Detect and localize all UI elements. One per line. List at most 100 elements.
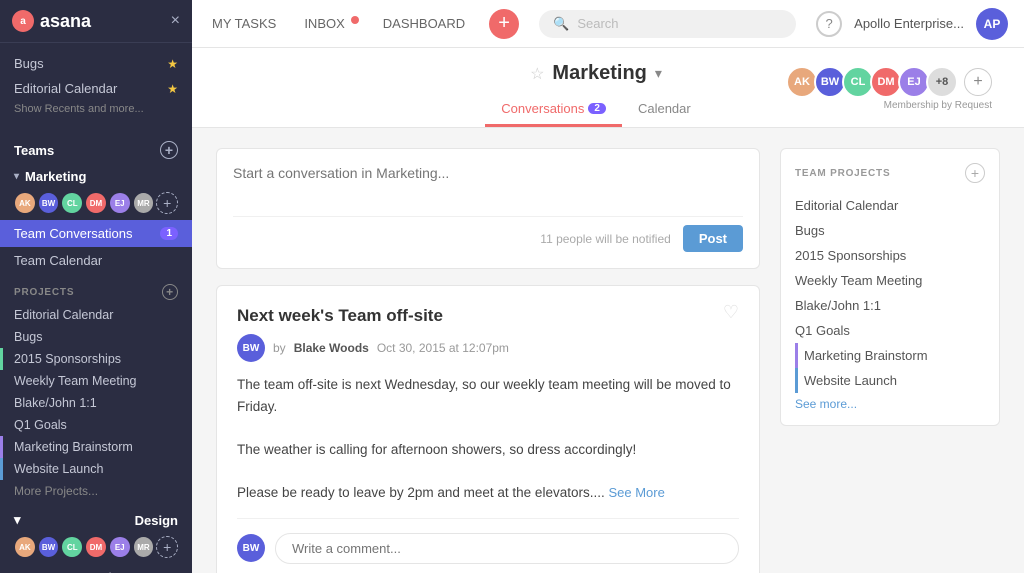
see-more-link-1[interactable]: See More [608,485,664,500]
heart-button-1[interactable]: ♡ [723,302,739,323]
project-marketing-brainstorm[interactable]: Marketing Brainstorm [0,436,192,458]
sidebar-top-items: Bugs ★ Editorial Calendar ★ Show Recents… [0,43,192,131]
page-title-dropdown-icon[interactable]: ▾ [655,65,662,82]
help-button[interactable]: ? [816,11,842,37]
tab-conversations[interactable]: Conversations 2 [485,93,622,127]
proj-wl-label: Website Launch [14,462,103,476]
add-project-rp-button[interactable]: + [965,163,985,183]
compose-input[interactable] [233,165,743,205]
membership-label: Membership by Request [884,100,992,111]
team-projects-title: TEAM PROJECTS [795,168,890,179]
search-bar[interactable]: 🔍 Search [539,10,796,38]
team-calendar-nav[interactable]: Team Calendar [0,247,192,274]
main-column: 11 people will be notified Post ♡ Next w… [216,148,760,573]
project-q1-goals[interactable]: Q1 Goals [0,414,192,436]
team-projects-box: TEAM PROJECTS + Editorial Calendar Bugs … [780,148,1000,426]
main-content: MY TASKS INBOX DASHBOARD + 🔍 Search ? Ap… [192,0,1024,573]
avatar-5: EJ [109,192,131,214]
avatar-3: CL [61,192,83,214]
my-tasks-link[interactable]: MY TASKS [208,0,280,48]
create-task-button[interactable]: + [489,9,519,39]
by-label-1: by [273,341,286,355]
project-blake-john[interactable]: Blake/John 1:1 [0,392,192,414]
proj-q1-label: Q1 Goals [14,418,67,432]
author-avatar-1: BW [237,334,265,362]
rp-project-marketing-brainstorm[interactable]: Marketing Brainstorm [795,343,985,368]
project-editorial-calendar[interactable]: Editorial Calendar [0,304,192,326]
commenter-avatar-1: BW [237,534,265,562]
proj-bugs-label: Bugs [14,330,43,344]
add-project-button[interactable]: + [162,284,178,300]
notify-text: 11 people will be notified [540,232,671,246]
inbox-wrap: INBOX [300,0,358,48]
rp-project-blake-john[interactable]: Blake/John 1:1 [795,293,985,318]
right-panel: TEAM PROJECTS + Editorial Calendar Bugs … [780,148,1000,573]
asana-logo-icon: a [12,10,34,32]
add-design-member-button[interactable]: + [156,536,178,558]
post-button[interactable]: Post [683,225,743,252]
design-label: Design [135,513,178,528]
conv-body-line-1-3: Please be ready to leave by 2pm and meet… [237,485,605,500]
project-2015-sponsorships[interactable]: 2015 Sponsorships [0,348,192,370]
org-name[interactable]: Apollo Enterprise... [854,16,964,31]
add-team-button[interactable]: + [160,141,178,159]
sidebar-item-bugs[interactable]: Bugs ★ [0,51,192,76]
design-team-conversations-nav[interactable]: Team Conversations [0,564,192,573]
team-conversations-nav[interactable]: Team Conversations 1 [0,220,192,247]
proj-sponsors-label: 2015 Sponsorships [14,352,121,366]
marketing-label: Marketing [25,169,86,184]
close-sidebar-button[interactable]: × [171,12,180,30]
rp-project-weekly-meeting[interactable]: Weekly Team Meeting [795,268,985,293]
show-recents-link[interactable]: Show Recents and more... [0,101,192,123]
conv-date-1: Oct 30, 2015 at 12:07pm [377,341,509,355]
design-chevron-icon: ▾ [14,512,21,528]
asana-logo-text: asana [40,11,91,32]
design-avatar-5: EJ [109,536,131,558]
page-members: AK BW CL DM EJ +8 + [786,66,992,98]
tab-calendar[interactable]: Calendar [622,93,707,127]
comment-row-1: BW [237,518,739,564]
rp-project-sponsorships[interactable]: 2015 Sponsorships [795,243,985,268]
dashboard-link[interactable]: DASHBOARD [379,0,469,48]
bugs-star-icon[interactable]: ★ [167,57,178,71]
right-panel-header: TEAM PROJECTS + [795,163,985,183]
proj-ec-label: Editorial Calendar [14,308,113,322]
team-conversations-badge: 1 [160,227,178,240]
page-header: ☆ Marketing ▾ Conversations 2 Calendar [192,48,1024,128]
conv-body-line-1-1: The team off-site is next Wednesday, so … [237,377,731,414]
inbox-notification-dot [351,16,359,24]
sidebar-item-editorial-calendar[interactable]: Editorial Calendar ★ [0,76,192,101]
compose-box: 11 people will be notified Post [216,148,760,269]
team-calendar-label: Team Calendar [14,253,102,268]
comment-input-1[interactable] [275,533,739,564]
project-bugs[interactable]: Bugs [0,326,192,348]
add-member-button-page[interactable]: + [964,68,992,96]
conv-title-1: Next week's Team off-site [237,306,739,326]
inbox-link[interactable]: INBOX [300,0,348,48]
rp-project-bugs[interactable]: Bugs [795,218,985,243]
design-avatar-6: MR [133,536,155,558]
top-navigation: MY TASKS INBOX DASHBOARD + 🔍 Search ? Ap… [192,0,1024,48]
add-member-button[interactable]: + [156,192,178,214]
conversation-card-1: ♡ Next week's Team off-site BW by Blake … [216,285,760,573]
sidebar-header: a asana × [0,0,192,43]
project-website-launch[interactable]: Website Launch [0,458,192,480]
rp-project-q1-goals[interactable]: Q1 Goals [795,318,985,343]
rp-project-website-launch[interactable]: Website Launch [795,368,985,393]
design-members-row: AK BW CL DM EJ MR + [0,532,192,564]
author-name-1: Blake Woods [294,341,369,355]
marketing-chevron-icon: ▾ [14,171,19,182]
project-weekly-team-meeting[interactable]: Weekly Team Meeting [0,370,192,392]
favorite-button[interactable]: ☆ [530,64,544,84]
more-projects-link[interactable]: More Projects... [0,480,192,502]
asana-logo: a asana [12,10,91,32]
editorial-star-icon[interactable]: ★ [167,82,178,96]
search-placeholder: Search [577,16,618,31]
page-content: ☆ Marketing ▾ Conversations 2 Calendar [192,48,1024,573]
marketing-team-name[interactable]: ▾ Marketing [0,163,192,188]
page-tabs: Conversations 2 Calendar [485,93,706,127]
rp-project-editorial[interactable]: Editorial Calendar [795,193,985,218]
user-avatar[interactable]: AP [976,8,1008,40]
see-more-projects-link[interactable]: See more... [795,393,985,411]
proj-mb-label: Marketing Brainstorm [14,440,133,454]
